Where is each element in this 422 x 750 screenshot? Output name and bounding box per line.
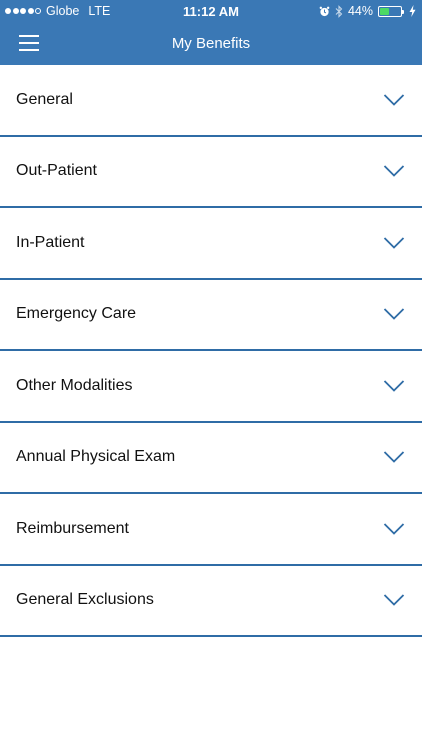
benefit-row[interactable]: Out-Patient: [0, 137, 422, 208]
chevron-down-icon[interactable]: [383, 236, 405, 250]
benefit-row[interactable]: General Exclusions: [0, 566, 422, 637]
alarm-icon: [319, 6, 330, 16]
benefit-row[interactable]: In-Patient: [0, 208, 422, 280]
chevron-down-icon[interactable]: [383, 450, 405, 464]
benefit-row-label: Out-Patient: [16, 162, 97, 180]
charging-bolt-icon: [409, 5, 416, 17]
battery-percent: 44%: [347, 4, 373, 18]
status-right: 44%: [319, 4, 416, 18]
bluetooth-icon: [335, 4, 343, 18]
page-title: My Benefits: [171, 35, 251, 52]
battery-level: [380, 7, 389, 15]
benefits-accordion: General Out-Patient In-Patient Emergency Ca…: [0, 65, 422, 637]
chevron-down-icon[interactable]: [383, 307, 405, 321]
benefit-row[interactable]: Annual Physical Exam: [0, 423, 422, 494]
nav-bar: My Benefits: [0, 22, 422, 65]
benefit-row[interactable]: General: [0, 65, 422, 137]
my-benefits-screen: Globe LTE 11:12 AM 44% My Benefits Gener…: [0, 0, 422, 750]
chevron-down-icon[interactable]: [383, 593, 405, 607]
benefit-row[interactable]: Other Modalities: [0, 351, 422, 423]
benefit-row-label: General Exclusions: [16, 591, 154, 609]
benefit-row-label: Reimbursement: [16, 519, 129, 537]
benefit-row-label: Emergency Care: [16, 305, 137, 323]
benefit-row-label: General: [16, 90, 73, 108]
benefit-row[interactable]: Reimbursement: [0, 494, 422, 566]
battery-icon: [378, 5, 404, 17]
chevron-down-icon[interactable]: [383, 164, 405, 178]
header: Globe LTE 11:12 AM 44% My Benefits: [0, 0, 422, 65]
chevron-down-icon[interactable]: [383, 522, 405, 536]
chevron-down-icon[interactable]: [383, 93, 405, 107]
benefit-row[interactable]: Emergency Care: [0, 280, 422, 351]
status-bar: Globe LTE 11:12 AM 44%: [0, 0, 422, 22]
benefit-row-label: Annual Physical Exam: [16, 448, 176, 466]
benefit-row-label: In-Patient: [16, 233, 85, 251]
chevron-down-icon[interactable]: [383, 379, 405, 393]
benefit-row-label: Other Modalities: [16, 376, 133, 394]
